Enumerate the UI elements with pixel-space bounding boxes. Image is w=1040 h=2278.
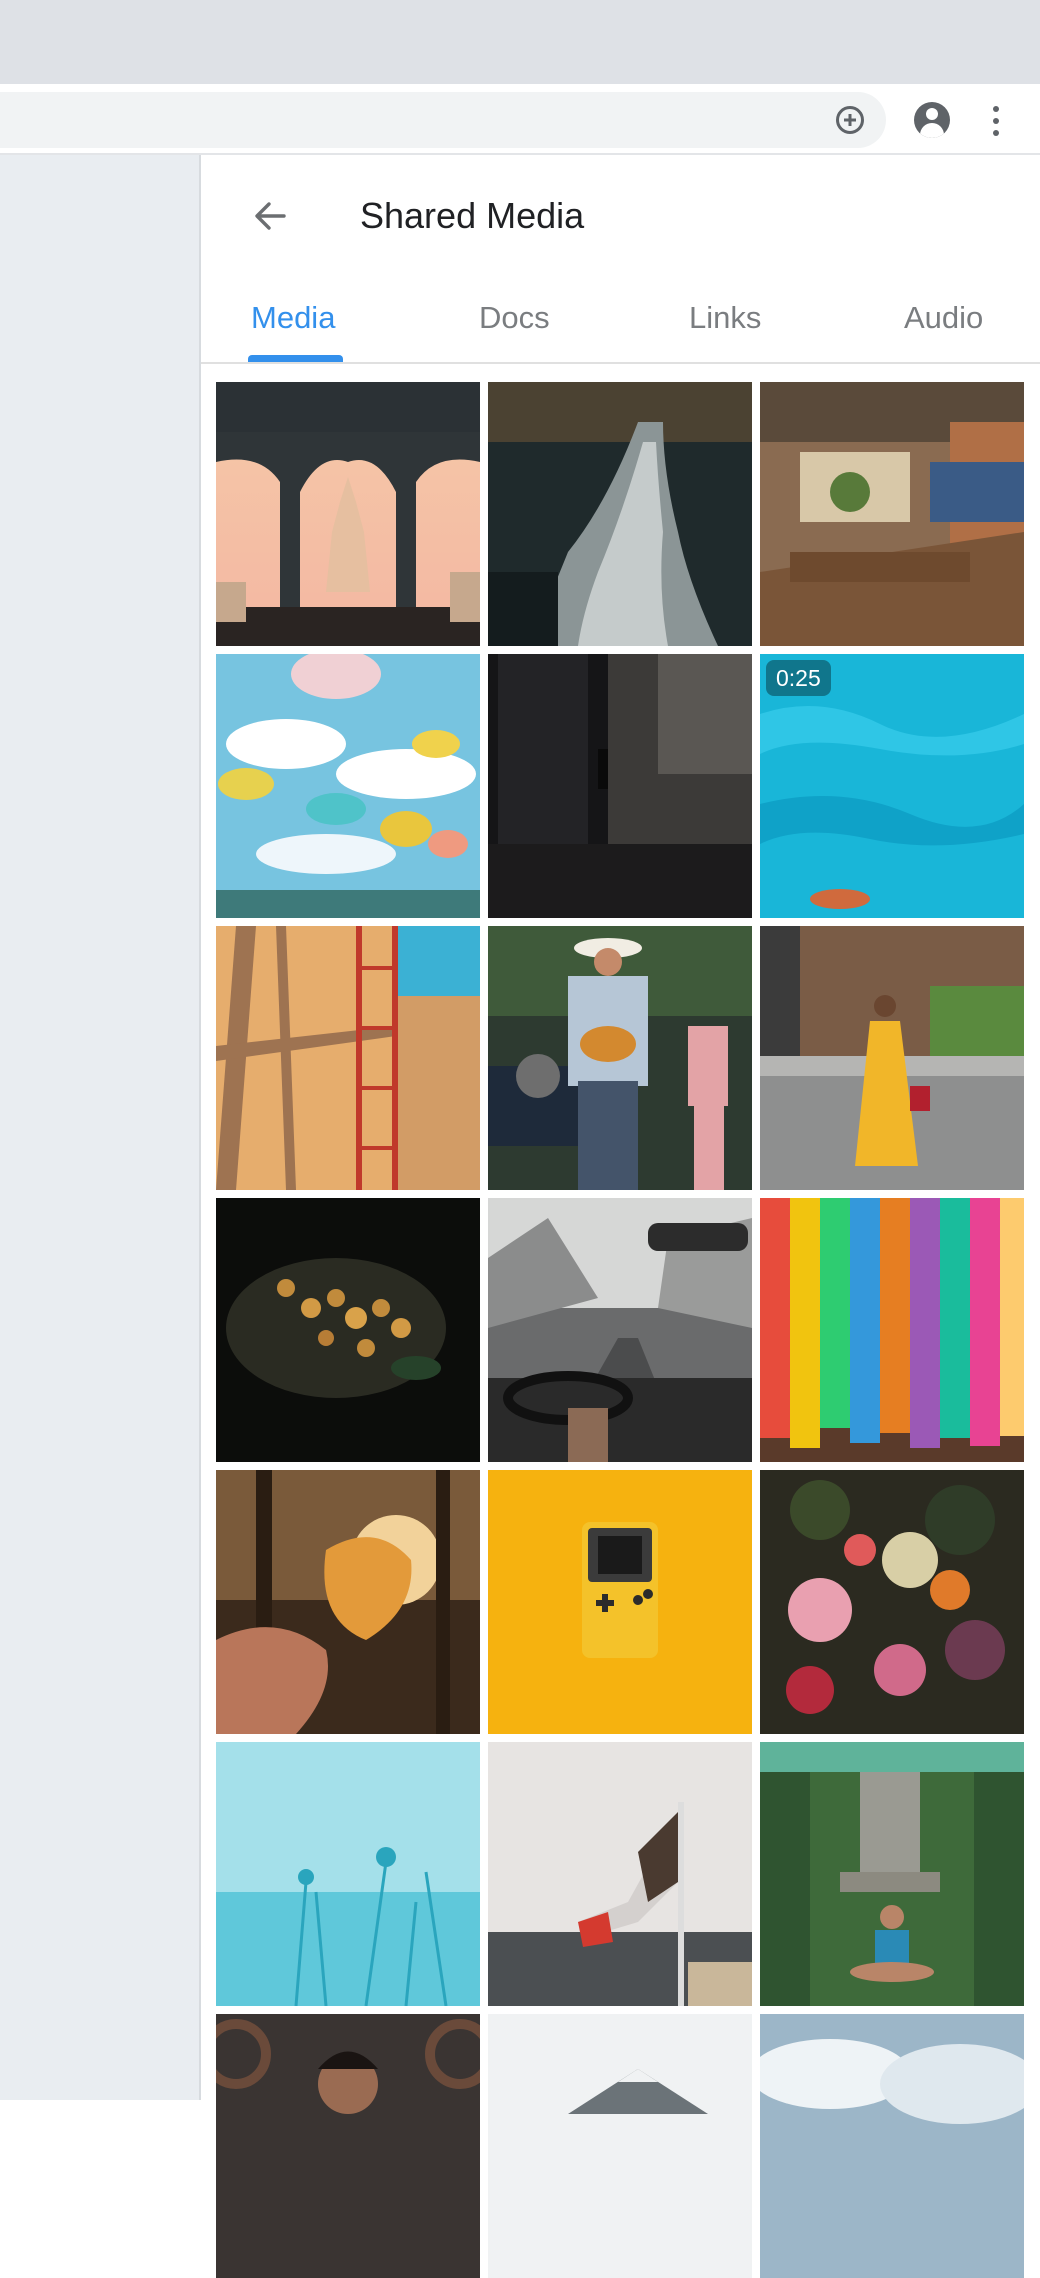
guitarist-photo[interactable] (488, 926, 752, 1190)
tabs-divider (201, 362, 1040, 364)
flowers-fruit-photo[interactable] (760, 1470, 1024, 1734)
clouds-photo[interactable] (760, 2014, 1024, 2278)
autumn-leaf-photo[interactable] (216, 1470, 480, 1734)
arrow-back-icon[interactable] (250, 196, 290, 236)
waterfall-photo[interactable] (488, 382, 752, 646)
more-vert-icon[interactable] (990, 106, 1002, 136)
flag-ship-photo[interactable] (488, 1742, 752, 2006)
castle-arches-photo[interactable] (216, 382, 480, 646)
account-icon[interactable] (914, 102, 950, 138)
page-title: Shared Media (360, 195, 585, 236)
dark-building-photo[interactable] (488, 654, 752, 918)
car-snow-photo[interactable] (488, 1198, 752, 1462)
ladder-shadows-photo[interactable] (216, 926, 480, 1190)
tab-docs[interactable]: Docs (479, 296, 550, 340)
add-icon[interactable] (836, 106, 864, 134)
yellow-gameboy-photo[interactable] (488, 1470, 752, 1734)
browser-tab-strip (0, 0, 1040, 84)
cyan-plants-photo[interactable] (216, 1742, 480, 2006)
mushrooms-photo[interactable] (216, 1198, 480, 1462)
tab-links[interactable]: Links (689, 296, 761, 340)
video-duration-badge: 0:25 (766, 660, 831, 696)
mountain-photo[interactable] (488, 2014, 752, 2278)
pool-swimmer-video[interactable]: 0:25 (760, 654, 1024, 918)
umbrellas-sky-photo[interactable] (216, 654, 480, 918)
sidebar (0, 155, 201, 2100)
paper-cranes-photo[interactable] (760, 1198, 1024, 1462)
tab-audio[interactable]: Audio (904, 296, 983, 340)
active-tab-indicator (248, 355, 343, 362)
tab-media[interactable]: Media (251, 296, 335, 340)
yoga-statue-photo[interactable] (760, 1742, 1024, 2006)
man-portrait-photo[interactable] (216, 2014, 480, 2278)
address-bar[interactable] (0, 92, 886, 148)
woman-walking-photo[interactable] (760, 926, 1024, 1190)
restaurant-interior-photo[interactable] (760, 382, 1024, 646)
